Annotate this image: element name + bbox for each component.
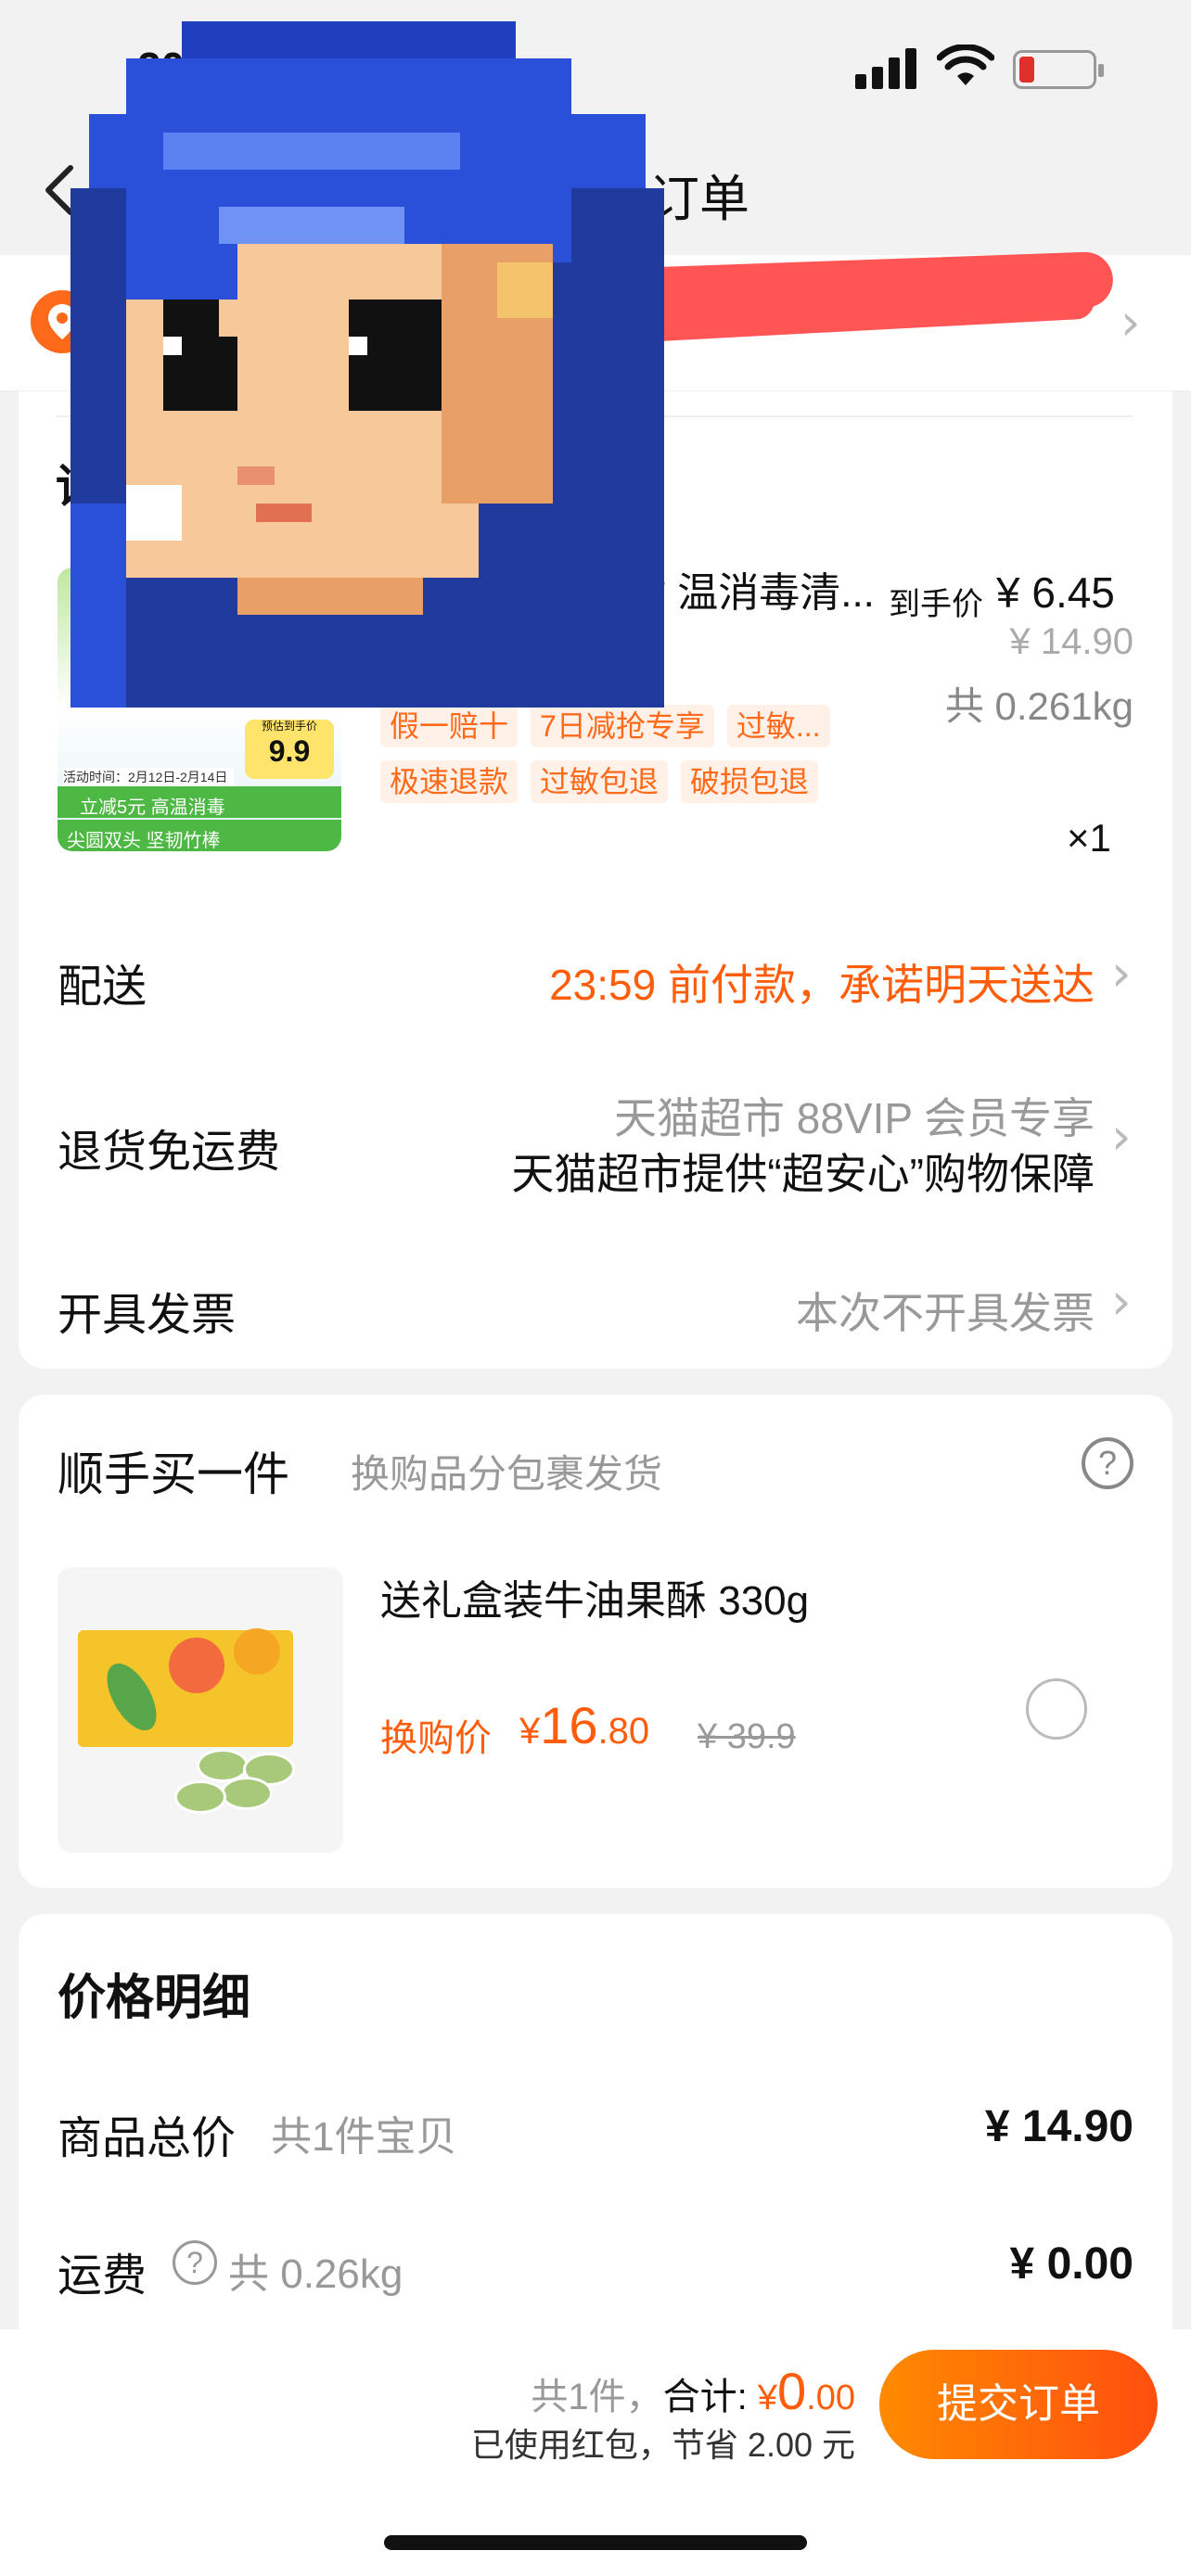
total-dec: .00 <box>806 2378 855 2417</box>
badge-price: 9.9 <box>268 734 311 768</box>
price-dec: .80 <box>597 1711 650 1752</box>
total-label: 合计: <box>662 2377 748 2417</box>
page-title: 订单 <box>649 172 749 227</box>
product-tag: 破损包退 <box>681 760 819 803</box>
chevron-right-icon: › <box>1111 944 1132 1002</box>
arrival-price-label: 到手价 <box>889 587 983 622</box>
product-tags: 极速退款 过敏包退 破损包退 <box>380 760 890 807</box>
chevron-right-icon: › <box>1111 1272 1132 1331</box>
add-on-radio[interactable] <box>1026 1678 1087 1740</box>
product-quantity: ×1 <box>1067 816 1111 860</box>
product-image-strip: 立减5元 高温消毒 <box>58 786 341 818</box>
add-on-subtitle: 换购品分包裹发货 <box>351 1452 663 1496</box>
arrival-price: ¥ 6.45 <box>996 568 1115 617</box>
total-int: 0 <box>777 2362 807 2420</box>
goods-total-value: ¥ 14.90 <box>984 2102 1133 2151</box>
invoice-value[interactable]: 本次不开具发票 <box>557 1280 1095 1341</box>
product-tag: 极速退款 <box>380 760 519 803</box>
add-on-price: ¥16.80 <box>519 1695 649 1755</box>
shipping-value: ¥ 0.00 <box>1009 2239 1133 2289</box>
delivery-label: 配送 <box>58 963 147 1012</box>
shipping-label: 运费 <box>58 2251 147 2301</box>
chevron-right-icon: › <box>1111 1107 1132 1166</box>
currency: ¥ <box>519 1711 541 1752</box>
product-image-strip: 尖圆双头 坚韧竹棒 <box>58 820 341 851</box>
product-image-dates: 活动时间：2月12日-2月14日 <box>63 768 234 786</box>
return-shipping-line2[interactable]: 天猫超市提供“超安心”购物保障 <box>371 1141 1095 1202</box>
shipping-help-icon[interactable]: ? <box>173 2240 217 2285</box>
price-detail-title: 价格明细 <box>58 1971 251 2025</box>
chevron-right-icon: › <box>1121 293 1141 351</box>
return-shipping-label: 退货免运费 <box>58 1128 281 1177</box>
battery-icon <box>1013 50 1104 89</box>
add-on-image[interactable] <box>58 1567 343 1853</box>
goods-total-label: 商品总价 <box>58 2114 237 2163</box>
signal-icon <box>855 48 920 89</box>
add-on-original-price: ¥ 39.9 <box>698 1717 796 1756</box>
add-on-price-label: 换购价 <box>380 1718 492 1759</box>
pixel-avatar-overlay <box>70 21 664 708</box>
product-tag: 过敏... <box>726 705 830 747</box>
price-int: 16 <box>540 1696 598 1754</box>
total-currency: ¥ <box>757 2378 778 2417</box>
total-line: 共1件，合计: ¥0.00 <box>492 2361 855 2421</box>
return-shipping-line1[interactable]: 天猫超市 88VIP 会员专享 <box>371 1085 1095 1146</box>
delivery-value[interactable]: 23:59 前付款，承诺明天送达 <box>408 951 1095 1013</box>
original-price: ¥ 14.90 <box>1009 621 1133 662</box>
submit-order-button[interactable]: 提交订单 <box>879 2350 1158 2459</box>
wifi-icon <box>937 45 994 85</box>
item-count: 共1件， <box>531 2377 663 2417</box>
add-on-item-name[interactable]: 送礼盒装牛油果酥 330g <box>380 1567 809 1626</box>
product-tag: 过敏包退 <box>531 760 669 803</box>
saving-text: 已使用红包，节省 2.00 元 <box>470 2426 855 2464</box>
shipping-sub: 共 0.26kg <box>228 2251 403 2297</box>
home-indicator <box>384 2535 807 2550</box>
goods-total-sub: 共1件宝贝 <box>271 2114 457 2160</box>
product-weight: 共 0.261kg <box>944 684 1133 728</box>
help-icon[interactable]: ? <box>1082 1437 1133 1489</box>
add-on-title: 顺手买一件 <box>58 1448 289 1500</box>
invoice-label: 开具发票 <box>58 1291 237 1340</box>
